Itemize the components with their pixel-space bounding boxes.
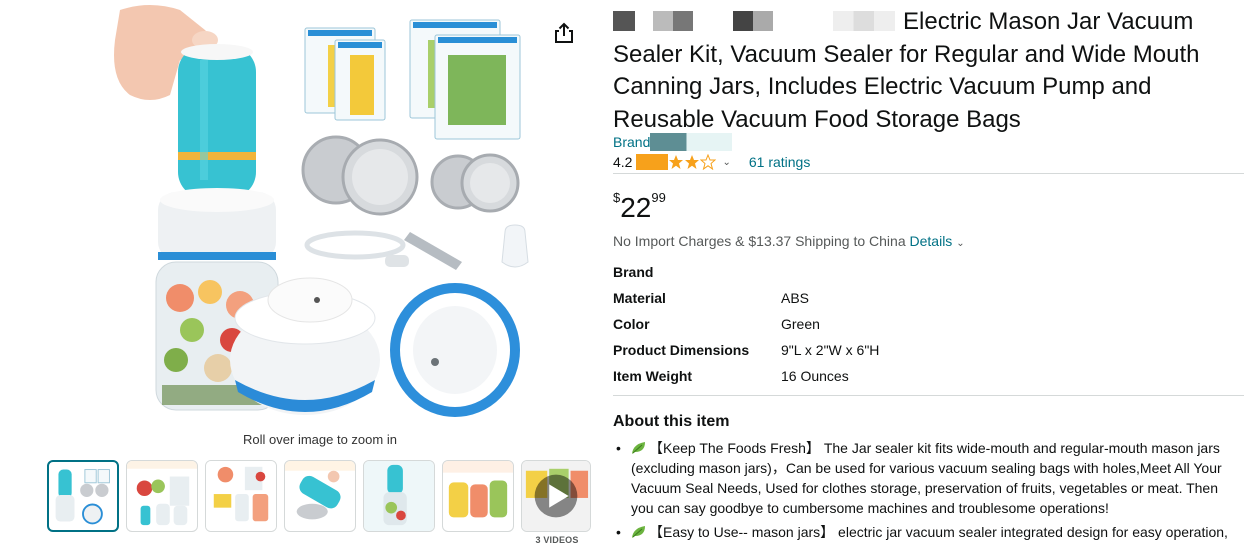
spec-key: Material (613, 290, 666, 306)
brand-redacted (650, 133, 733, 151)
spec-key: Brand (613, 264, 654, 280)
brand-link[interactable]: Brand (613, 133, 733, 151)
thumbnail-1[interactable] (47, 460, 119, 532)
thumbnail-5[interactable] (363, 460, 435, 532)
list-item: 【Easy to Use-- mason jars】 electric jar … (613, 522, 1243, 542)
title-line-2: Sealer Kit, Vacuum Sealer for Regular an… (613, 40, 1200, 68)
zoom-hint: Roll over image to zoom in (243, 432, 397, 447)
product-title[interactable]: Electric Mason Jar Vacuum Sealer Kit, Va… (613, 6, 1245, 136)
thumbnail-2[interactable] (126, 460, 198, 532)
chevron-down-icon[interactable]: ⌄ (722, 157, 730, 168)
shipping-text: No Import Charges & $13.37 Shipping to C… (613, 233, 906, 249)
spec-key: Product Dimensions (613, 342, 750, 358)
spec-value: 9"L x 2"W x 6"H (781, 342, 880, 358)
leaf-icon (632, 442, 645, 454)
star-icon (685, 155, 700, 169)
ratings-count-link[interactable]: 61 ratings (749, 154, 810, 170)
divider (613, 173, 1244, 174)
title-line-4: Reusable Vacuum Food Storage Bags (613, 105, 1021, 133)
spec-value: 16 Ounces (781, 368, 849, 384)
star-icon (652, 154, 669, 170)
about-title: About this item (613, 413, 730, 430)
spec-row: Color Green (613, 316, 879, 342)
list-item: 【Keep The Foods Fresh】 The Jar sealer ki… (613, 438, 1243, 518)
thumbnail-6[interactable] (442, 460, 514, 532)
bullet-text: 【Keep The Foods Fresh】 The Jar sealer ki… (631, 440, 1222, 516)
spec-key: Item Weight (613, 368, 693, 384)
brand-prefix: Brand (613, 134, 651, 150)
chevron-down-icon[interactable]: ⌄ (956, 238, 964, 249)
divider (613, 395, 1244, 396)
star-empty-icon (700, 154, 717, 170)
title-line-1: Electric Mason Jar Vacuum (613, 6, 1245, 39)
spec-value: ABS (781, 290, 810, 306)
star-rating[interactable] (636, 154, 717, 170)
about-bullets: 【Keep The Foods Fresh】 The Jar sealer ki… (613, 438, 1243, 546)
star-icon (636, 154, 653, 170)
title-line-3: Canning Jars, Includes Electric Vacuum P… (613, 73, 1152, 100)
spec-row: Material ABS (613, 290, 879, 316)
leaf-icon (632, 526, 645, 538)
spec-row: Product Dimensions 9"L x 2"W x 6"H (613, 342, 879, 368)
shipping-info: No Import Charges & $13.37 Shipping to C… (613, 233, 965, 249)
video-count-label: 3 VIDEOS (535, 535, 579, 545)
star-icon (669, 155, 684, 169)
shipping-details-link[interactable]: Details (910, 233, 953, 249)
spec-table: Brand Material ABS Color Green Product D… (613, 264, 879, 394)
bullet-text: 【Easy to Use-- mason jars】 electric jar … (649, 524, 1228, 540)
product-info: Electric Mason Jar Vacuum Sealer Kit, Va… (613, 0, 1245, 542)
price: $2299 (613, 190, 666, 224)
spec-row: Brand (613, 264, 879, 290)
spec-value: Green (781, 316, 820, 332)
thumbnail-4[interactable] (284, 460, 356, 532)
spec-row: Item Weight 16 Ounces (613, 368, 879, 394)
share-icon[interactable] (551, 20, 577, 46)
price-whole: 22 (620, 192, 652, 223)
rating-value: 4.2 (613, 154, 633, 170)
spec-key: Color (613, 316, 650, 332)
rating-row: 4.2 ⌄ 61 ratings (613, 154, 810, 170)
thumbnail-3[interactable] (205, 460, 277, 532)
video-thumbnail[interactable] (521, 460, 591, 532)
price-fraction: 99 (651, 190, 666, 205)
main-product-image[interactable] (110, 0, 540, 425)
